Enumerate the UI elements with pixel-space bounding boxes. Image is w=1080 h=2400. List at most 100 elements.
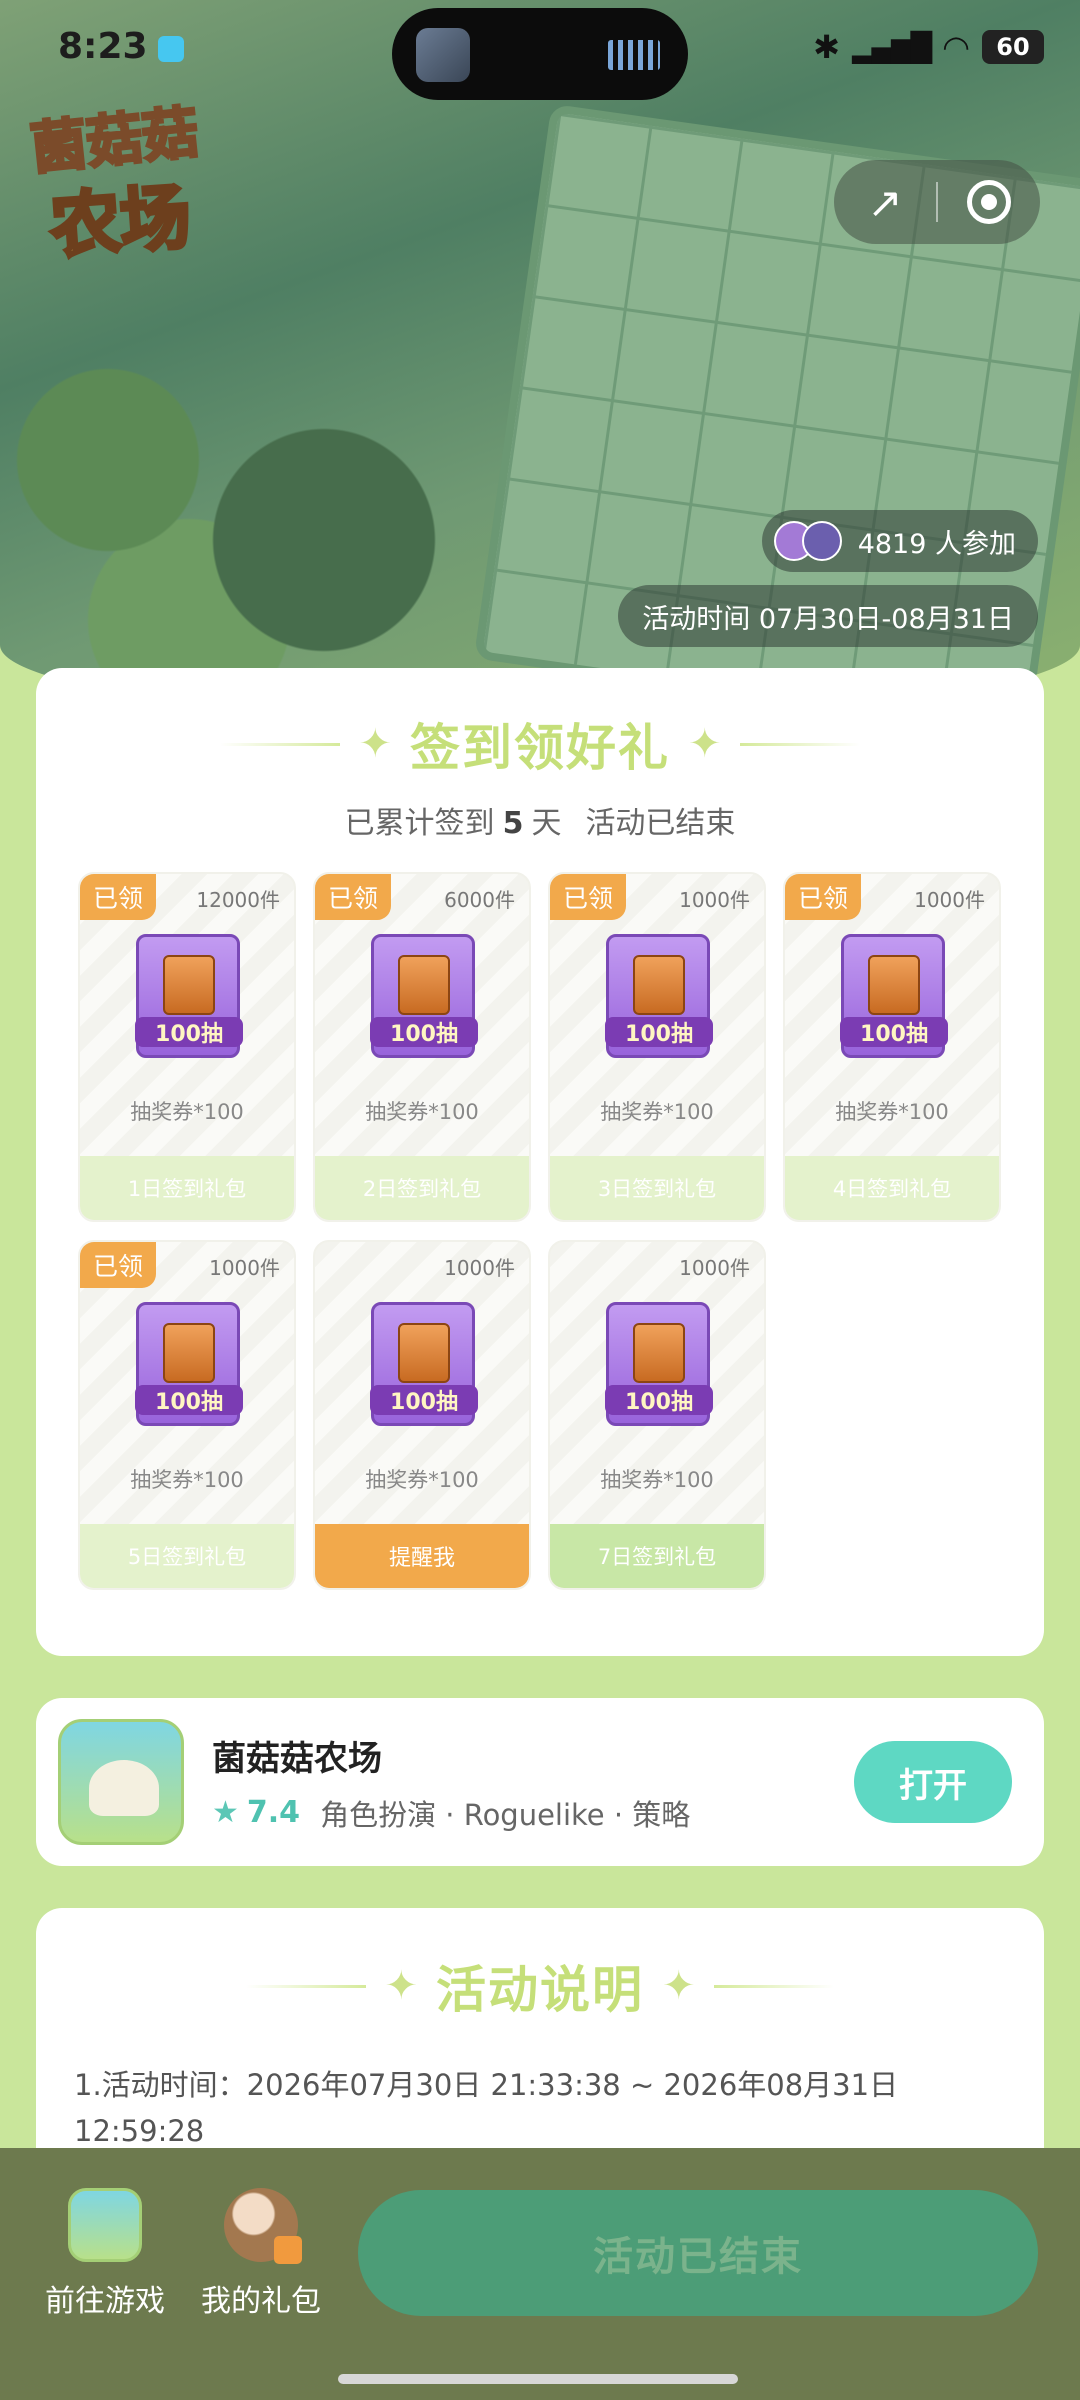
- status-bar: 8:23 ✱ ▂▄▆█ ◠ 60: [0, 0, 1080, 100]
- battery-icon: 60: [982, 30, 1044, 64]
- hero-banner: 菌菇菇 农场 ↗ 4819 人参加 活动时间 07月30日-08月31日: [0, 0, 1080, 720]
- sparkle-icon: ✦: [688, 721, 722, 767]
- logo-text-bottom: 农场: [46, 174, 195, 270]
- gift-card[interactable]: 已领 6000件 100抽 抽奖券*100 2日签到礼包: [313, 872, 531, 1222]
- rules-title-row: ✦ 活动说明 ✦: [36, 1950, 1044, 2022]
- voucher-label: 100抽: [605, 1385, 713, 1415]
- sparkle-icon: ✦: [358, 721, 392, 767]
- participants-badge: 4819 人参加: [761, 510, 1038, 572]
- my-gifts-button[interactable]: 我的礼包: [196, 2188, 326, 2320]
- gift-button[interactable]: 4日签到礼包: [785, 1156, 999, 1220]
- claimed-badge: 已领: [315, 874, 391, 920]
- gift-stock: 1000件: [914, 888, 985, 912]
- gift-card[interactable]: 1000件 100抽 抽奖券*100 提醒我: [313, 1240, 531, 1590]
- app-card[interactable]: 菌菇菇农场 ★ 7.4 角色扮演 · Roguelike · 策略 打开: [36, 1698, 1044, 1866]
- hero-actions: ↗: [834, 160, 1040, 244]
- subtitle-suffix: 天: [531, 806, 562, 841]
- signal-icon: ▂▄▆█: [851, 30, 932, 64]
- record-icon: [967, 180, 1011, 224]
- gift-desc: 抽奖券*100: [600, 1468, 714, 1492]
- app-rating: 7.4: [246, 1795, 301, 1830]
- game-logo: 菌菇菇 农场: [26, 92, 270, 270]
- gift-button[interactable]: 5日签到礼包: [80, 1524, 294, 1588]
- voucher-icon: 100抽: [135, 934, 243, 1058]
- bottom-bar: 前往游戏 我的礼包 活动已结束: [0, 2148, 1080, 2400]
- go-to-game-button[interactable]: 前往游戏: [40, 2188, 170, 2320]
- activity-status: 活动已结束: [585, 806, 736, 841]
- gift-card[interactable]: 已领 1000件 100抽 抽奖券*100 3日签到礼包: [548, 872, 766, 1222]
- app-name: 菌菇菇农场: [212, 1738, 382, 1779]
- voucher-label: 100抽: [605, 1017, 713, 1047]
- signin-card: ✦ 签到领好礼 ✦ 已累计签到 5 天活动已结束 已领 12000件 100抽 抽奖…: [36, 668, 1044, 1656]
- app-tags: 角色扮演 · Roguelike · 策略: [320, 1797, 691, 1832]
- subtitle-prefix: 已累计签到: [344, 806, 495, 841]
- share-icon: ↗: [867, 177, 903, 227]
- voucher-icon: 100抽: [370, 1302, 478, 1426]
- avatar: [801, 521, 842, 561]
- bluetooth-icon: ✱: [813, 28, 840, 66]
- system-icons: ✱ ▂▄▆█ ◠ 60: [813, 28, 1044, 66]
- remind-me-button[interactable]: 提醒我: [315, 1524, 529, 1588]
- game-icon: [68, 2188, 142, 2262]
- gift-stock: 12000件: [196, 888, 280, 912]
- rules-title: 活动说明: [436, 1961, 644, 2019]
- gift-button[interactable]: 1日签到礼包: [80, 1156, 294, 1220]
- gift-button[interactable]: 2日签到礼包: [315, 1156, 529, 1220]
- voucher-icon: 100抽: [605, 934, 713, 1058]
- app-meta: ★ 7.4 角色扮演 · Roguelike · 策略: [212, 1792, 854, 1834]
- star-icon: ★: [212, 1795, 239, 1830]
- participant-avatars: [773, 521, 842, 561]
- forest-art: [0, 300, 540, 700]
- signin-title-row: ✦ 签到领好礼 ✦: [36, 708, 1044, 780]
- divider: [246, 1984, 367, 1988]
- participants-count: 4819 人参加: [857, 528, 1016, 560]
- voucher-label: 100抽: [135, 1385, 243, 1415]
- app-icon[interactable]: [58, 1719, 184, 1845]
- divider: [739, 742, 860, 746]
- gift-stock: 1000件: [679, 1256, 750, 1280]
- audio-wave-icon: [608, 40, 660, 70]
- voucher-icon: 100抽: [135, 1302, 243, 1426]
- claimed-badge: 已领: [80, 874, 156, 920]
- gift-stock: 1000件: [444, 1256, 515, 1280]
- voucher-label: 100抽: [135, 1017, 243, 1047]
- gift-card[interactable]: 已领 1000件 100抽 抽奖券*100 4日签到礼包: [783, 872, 1001, 1222]
- voucher-label: 100抽: [370, 1017, 478, 1047]
- voucher-label: 100抽: [840, 1017, 948, 1047]
- gift-desc: 抽奖券*100: [130, 1100, 244, 1124]
- status-time: 8:23: [58, 26, 148, 67]
- signin-days: 5: [502, 806, 524, 841]
- activity-ended-button[interactable]: 活动已结束: [358, 2190, 1038, 2316]
- gift-card[interactable]: 已领 12000件 100抽 抽奖券*100 1日签到礼包: [78, 872, 296, 1222]
- gift-desc: 抽奖券*100: [835, 1100, 949, 1124]
- share-button[interactable]: ↗: [834, 160, 936, 244]
- gift-desc: 抽奖券*100: [365, 1100, 479, 1124]
- gift-button[interactable]: 7日签到礼包: [550, 1524, 764, 1588]
- voucher-icon: 100抽: [840, 934, 948, 1058]
- open-app-button[interactable]: 打开: [854, 1741, 1012, 1823]
- signin-title: 签到领好礼: [410, 719, 670, 777]
- claimed-badge: 已领: [80, 1242, 156, 1288]
- rules-text: 1.活动时间：2026年07月30日 21:33:38 ~ 2026年08月31…: [74, 2068, 899, 2148]
- app-info: 菌菇菇农场 ★ 7.4 角色扮演 · Roguelike · 策略: [212, 1731, 854, 1834]
- gift-stock: 1000件: [679, 888, 750, 912]
- media-thumbnail: [416, 28, 470, 82]
- divider: [220, 742, 341, 746]
- wifi-icon: ◠: [942, 28, 970, 66]
- home-indicator[interactable]: [338, 2374, 738, 2384]
- record-button[interactable]: [938, 160, 1040, 244]
- gift-stock: 1000件: [209, 1256, 280, 1280]
- gift-card[interactable]: 已领 1000件 100抽 抽奖券*100 5日签到礼包: [78, 1240, 296, 1590]
- gift-avatar-icon: [224, 2188, 302, 2264]
- gift-button[interactable]: 3日签到礼包: [550, 1156, 764, 1220]
- my-gifts-label: 我的礼包: [201, 2284, 321, 2319]
- dynamic-island[interactable]: [392, 8, 688, 100]
- sparkle-icon: ✦: [662, 1963, 696, 2009]
- claimed-badge: 已领: [550, 874, 626, 920]
- activity-period: 活动时间 07月30日-08月31日: [618, 585, 1038, 647]
- signin-subtitle: 已累计签到 5 天活动已结束: [36, 798, 1044, 842]
- gift-desc: 抽奖券*100: [130, 1468, 244, 1492]
- gift-card[interactable]: 1000件 100抽 抽奖券*100 7日签到礼包: [548, 1240, 766, 1590]
- sparkle-icon: ✦: [384, 1963, 418, 2009]
- voucher-label: 100抽: [370, 1385, 478, 1415]
